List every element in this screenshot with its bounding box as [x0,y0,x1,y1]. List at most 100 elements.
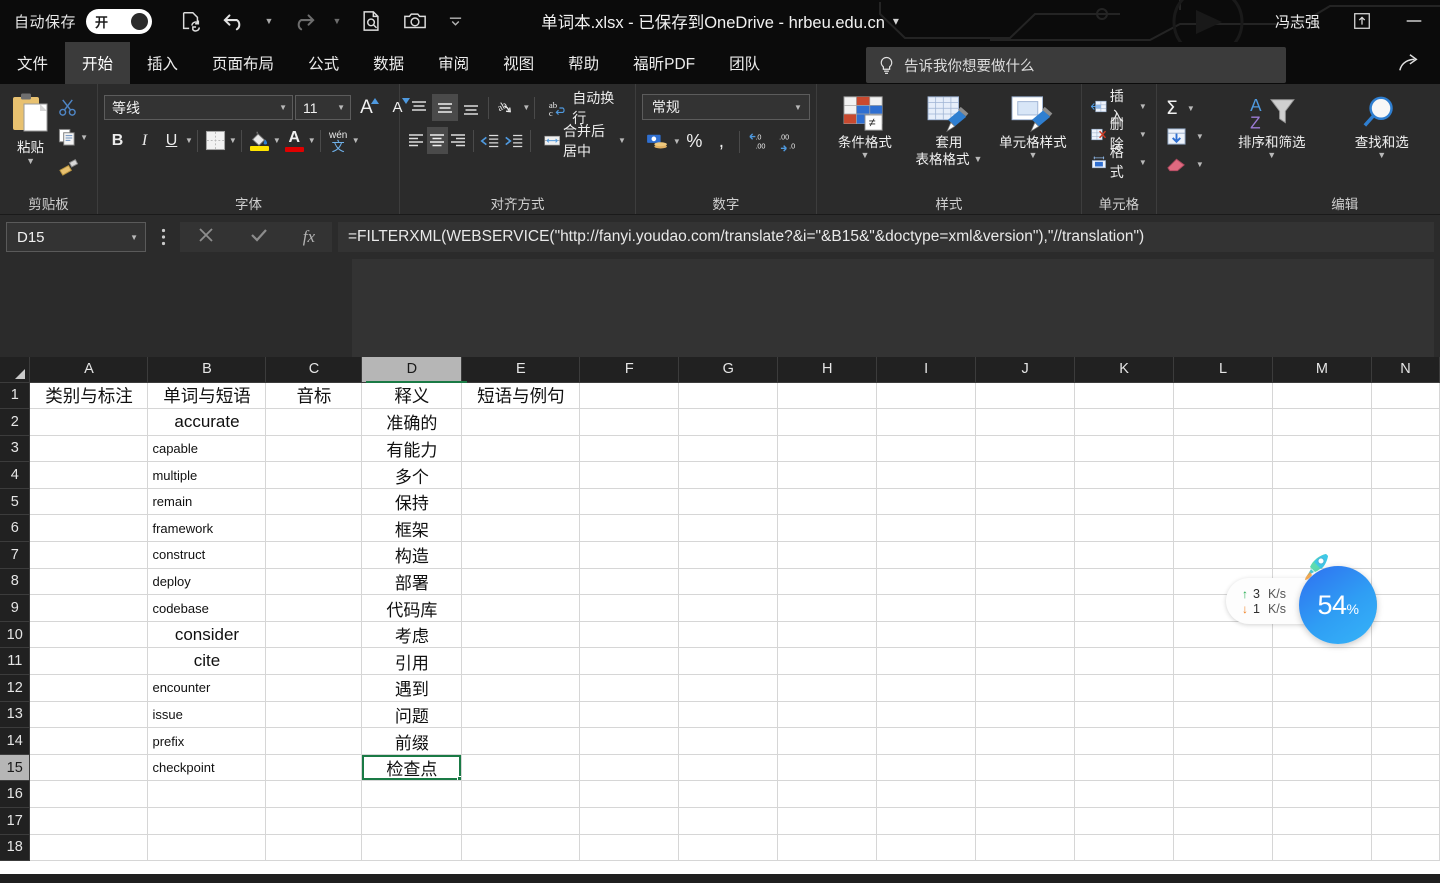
cell-E15[interactable] [461,754,581,782]
cell-G7[interactable] [678,541,779,569]
cell-E8[interactable] [461,568,581,596]
cell-G17[interactable] [678,807,779,835]
bold-button[interactable]: B [104,127,131,154]
cell-K14[interactable] [1074,727,1175,755]
cell-K3[interactable] [1074,435,1175,463]
cell-K5[interactable] [1074,488,1175,516]
tab-review[interactable]: 审阅 [421,42,486,84]
cell-I8[interactable] [876,568,977,596]
camera-icon[interactable] [398,6,432,36]
redo-dropdown-icon[interactable]: ▼ [330,16,344,26]
cell-F1[interactable] [579,382,680,410]
cell-C9[interactable] [265,594,363,622]
format-cells-button[interactable]: 格式 ▼ [1088,144,1150,180]
cell-F8[interactable] [579,568,680,596]
format-as-table-dropdown-icon[interactable]: ▼ [973,155,982,164]
cell-D4[interactable]: 多个 [361,461,463,489]
currency-button[interactable] [642,128,673,155]
cell-G5[interactable] [678,488,779,516]
cell-G18[interactable] [678,834,779,862]
cell-D16[interactable] [361,780,463,808]
cell-J6[interactable] [975,514,1076,543]
cell-C13[interactable] [265,701,363,729]
cell-I7[interactable] [876,541,977,569]
cell-M12[interactable] [1272,674,1372,702]
paste-dropdown-icon[interactable]: ▼ [26,157,35,166]
row-header-17[interactable]: 17 [0,807,31,835]
autosum-dropdown-icon[interactable]: ▼ [1187,104,1195,113]
restore-window-icon[interactable] [1336,0,1388,42]
cell-M13[interactable] [1272,701,1372,729]
cell-D14[interactable]: 前缀 [361,727,463,755]
cell-I6[interactable] [876,514,977,543]
cell-F18[interactable] [579,834,680,862]
cell-J18[interactable] [975,834,1076,862]
cell-L18[interactable] [1173,834,1273,862]
cell-D9[interactable]: 代码库 [361,594,463,622]
autosum-button[interactable]: Σ ▼ [1163,95,1207,121]
cell-F16[interactable] [579,780,680,808]
decrease-indent-button[interactable] [478,127,502,154]
cell-F12[interactable] [579,674,680,702]
column-header-M[interactable]: M [1272,357,1372,383]
formula-expanded-area[interactable] [352,259,1434,357]
cell-H4[interactable] [777,461,878,489]
cell-I5[interactable] [876,488,977,516]
minimize-window-icon[interactable] [1388,0,1440,42]
cell-M6[interactable] [1272,514,1372,543]
cell-L7[interactable] [1173,541,1273,569]
find-select-button[interactable]: 查找和选 ▼ [1327,92,1437,160]
cell-D8[interactable]: 部署 [361,568,463,596]
cell-G4[interactable] [678,461,779,489]
merge-center-dropdown-icon[interactable]: ▼ [618,136,626,145]
cell-B5[interactable]: remain [147,488,267,516]
cell-A3[interactable] [29,435,149,463]
cell-H9[interactable] [777,594,878,622]
font-name-dropdown-icon[interactable]: ▼ [279,103,287,112]
cell-E5[interactable] [461,488,581,516]
row-header-15[interactable]: 15 [0,754,31,782]
account-name[interactable]: 冯志强 [1259,11,1336,32]
fill-button[interactable]: ▼ [1163,123,1207,149]
merge-center-button[interactable]: 合并后居中 ▼ [541,123,629,159]
tell-me-search[interactable]: 告诉我你想要做什么 [866,47,1286,83]
cell-D11[interactable]: 引用 [361,647,463,676]
underline-dropdown-icon[interactable]: ▼ [185,136,193,145]
cell-E4[interactable] [461,461,581,489]
cell-B15[interactable]: checkpoint [147,754,267,782]
quick-access-toolbar[interactable]: 自动保存 开 ▼ ▼ [0,6,468,36]
cell-K2[interactable] [1074,408,1175,436]
row-header-10[interactable]: 10 [0,621,31,649]
cell-I15[interactable] [876,754,977,782]
cell-J15[interactable] [975,754,1076,782]
cell-J9[interactable] [975,594,1076,622]
cell-C2[interactable] [265,408,363,436]
cell-A18[interactable] [29,834,149,862]
cell-F7[interactable] [579,541,680,569]
cell-D10[interactable]: 考虑 [361,621,463,649]
cell-K13[interactable] [1074,701,1175,729]
fill-handle[interactable] [457,776,461,780]
cell-K18[interactable] [1074,834,1175,862]
cell-F15[interactable] [579,754,680,782]
formula-input[interactable]: =FILTERXML(WEBSERVICE("http://fanyi.youd… [338,222,1434,252]
fill-color-dropdown-icon[interactable]: ▼ [273,136,281,145]
cell-F4[interactable] [579,461,680,489]
cell-C10[interactable] [265,621,363,649]
wrap-text-button[interactable]: ab c 自动换行 [545,90,629,126]
tab-team[interactable]: 团队 [712,42,777,84]
cell-C17[interactable] [265,807,363,835]
cell-B11[interactable]: cite [147,647,267,676]
cell-B2[interactable]: accurate [147,408,267,436]
clear-button[interactable]: ▼ [1163,151,1207,177]
cell-C5[interactable] [265,488,363,516]
row-header-18[interactable]: 18 [0,834,31,862]
cell-I16[interactable] [876,780,977,808]
column-header-E[interactable]: E [461,357,581,383]
column-header-K[interactable]: K [1074,357,1175,383]
cell-C15[interactable] [265,754,363,782]
cell-C3[interactable] [265,435,363,463]
copy-dropdown-icon[interactable]: ▼ [80,133,88,142]
italic-button[interactable]: I [131,127,158,154]
orientation-button[interactable]: ab [493,94,523,121]
